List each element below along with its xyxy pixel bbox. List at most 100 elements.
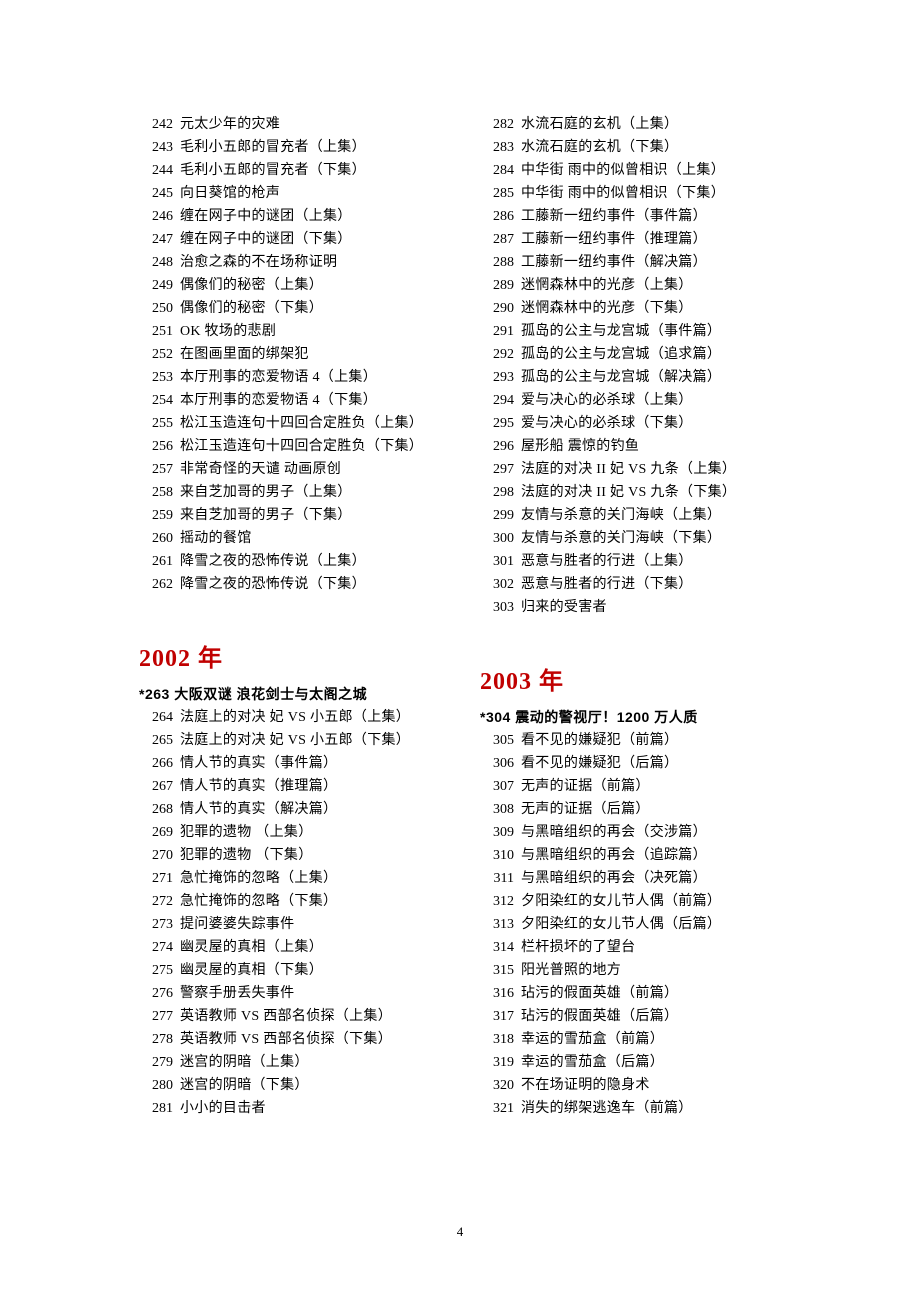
episode-title: 与黑暗组织的再会（决死篇）	[521, 867, 707, 890]
episode-title: 幽灵屋的真相（上集）	[180, 936, 323, 959]
episode-number: 248	[139, 251, 173, 274]
episode-number: 246	[139, 205, 173, 228]
episode-number: 252	[139, 343, 173, 366]
episode-line: 255松江玉造连句十四回合定胜负（上集）	[139, 412, 445, 435]
episode-title: 迷惘森林中的光彦（上集）	[521, 274, 693, 297]
episode-title: 与黑暗组织的再会（追踪篇）	[521, 844, 707, 867]
episode-title: 屋形船 震惊的钓鱼	[521, 435, 639, 458]
right-column: 282水流石庭的玄机（上集）283水流石庭的玄机（下集）284中华街 雨中的似曾…	[480, 113, 786, 1120]
episode-title: 降雪之夜的恐怖传说（上集）	[180, 550, 366, 573]
episode-line: 299友情与杀意的关门海峡（上集）	[480, 504, 786, 527]
episode-title: 治愈之森的不在场称证明	[180, 251, 337, 274]
episode-number: 285	[480, 182, 514, 205]
episode-line: 314栏杆损坏的了望台	[480, 936, 786, 959]
episode-line: 246 缠在网子中的谜团（上集）	[139, 205, 445, 228]
movie-2003: *304 震动的警视厅！1200 万人质	[480, 706, 786, 729]
episode-number: 270	[139, 844, 173, 867]
episode-title: 玷污的假面英雄（后篇）	[521, 1005, 678, 1028]
episode-number: 242	[139, 113, 173, 136]
episode-title: 恶意与胜者的行进（下集）	[521, 573, 693, 596]
episode-number: 243	[139, 136, 173, 159]
episode-line: 321消失的绑架逃逸车（前篇）	[480, 1097, 786, 1120]
episode-line: 277英语教师 VS 西部名侦探（上集）	[139, 1005, 445, 1028]
episode-title: 元太少年的灾难	[180, 113, 280, 136]
episode-title: 急忙掩饰的忽略（上集）	[180, 867, 337, 890]
episode-number: 292	[480, 343, 514, 366]
episode-title: 英语教师 VS 西部名侦探（下集）	[180, 1028, 392, 1051]
episode-title: 警察手册丢失事件	[180, 982, 294, 1005]
episode-line: 318幸运的雪茄盒（前篇）	[480, 1028, 786, 1051]
episode-title: 孤岛的公主与龙宫城（追求篇）	[521, 343, 721, 366]
episode-number: 244	[139, 159, 173, 182]
episode-line: 320不在场证明的隐身术	[480, 1074, 786, 1097]
episode-line: 242 元太少年的灾难	[139, 113, 445, 136]
episode-number: 275	[139, 959, 173, 982]
episode-number: 262	[139, 573, 173, 596]
episode-number: 277	[139, 1005, 173, 1028]
episode-list-left-bottom: 264法庭上的对决 妃 VS 小五郎（上集）265法庭上的对决 妃 VS 小五郎…	[139, 706, 445, 1120]
episode-title: 友情与杀意的关门海峡（下集）	[521, 527, 721, 550]
episode-title: 法庭上的对决 妃 VS 小五郎（下集）	[180, 729, 410, 752]
episode-line: 301 恶意与胜者的行进（上集）	[480, 550, 786, 573]
episode-title: 幸运的雪茄盒（后篇）	[521, 1051, 664, 1074]
episode-number: 300	[480, 527, 514, 550]
episode-number: 245	[139, 182, 173, 205]
episode-line: 273提问婆婆失踪事件	[139, 913, 445, 936]
episode-title: 水流石庭的玄机（下集）	[521, 136, 678, 159]
episode-number: 293	[480, 366, 514, 389]
episode-number: 266	[139, 752, 173, 775]
episode-number: 316	[480, 982, 514, 1005]
episode-number: 256	[139, 435, 173, 458]
episode-title: 缠在网子中的谜团（上集）	[180, 205, 352, 228]
episode-line: 244毛利小五郎的冒充者（下集）	[139, 159, 445, 182]
episode-title: 归来的受害者	[521, 596, 607, 619]
episode-title: 降雪之夜的恐怖传说（下集）	[180, 573, 366, 596]
episode-line: 276警察手册丢失事件	[139, 982, 445, 1005]
episode-line: 296屋形船 震惊的钓鱼	[480, 435, 786, 458]
episode-number: 301	[480, 550, 514, 573]
episode-number: 280	[139, 1074, 173, 1097]
episode-number: 315	[480, 959, 514, 982]
episode-number: 283	[480, 136, 514, 159]
episode-number: 249	[139, 274, 173, 297]
episode-title: 来自芝加哥的男子（下集）	[180, 504, 352, 527]
episode-title: 看不见的嫌疑犯（前篇）	[521, 729, 678, 752]
year-heading-2003: 2003 年	[480, 661, 786, 696]
episode-title: 来自芝加哥的男子（上集）	[180, 481, 352, 504]
episode-line: 280迷宫的阴暗（下集）	[139, 1074, 445, 1097]
episode-title: 情人节的真实（解决篇）	[180, 798, 337, 821]
episode-list-left-top: 242 元太少年的灾难243毛利小五郎的冒充者（上集）244毛利小五郎的冒充者（下…	[139, 113, 445, 596]
episode-title: 不在场证明的隐身术	[521, 1074, 650, 1097]
episode-line: 270犯罪的遗物 （下集）	[139, 844, 445, 867]
episode-number: 314	[480, 936, 514, 959]
episode-number: 309	[480, 821, 514, 844]
episode-number: 297	[480, 458, 514, 481]
episode-line: 261 降雪之夜的恐怖传说（上集）	[139, 550, 445, 573]
episode-line: 309与黑暗组织的再会（交涉篇）	[480, 821, 786, 844]
episode-title: 恶意与胜者的行进（上集）	[521, 550, 693, 573]
episode-line: 312夕阳染红的女儿节人偶（前篇）	[480, 890, 786, 913]
episode-number: 260	[139, 527, 173, 550]
episode-title: 幽灵屋的真相（下集）	[180, 959, 323, 982]
episode-number: 268	[139, 798, 173, 821]
episode-line: 279迷宫的阴暗（上集）	[139, 1051, 445, 1074]
episode-title: 孤岛的公主与龙宫城（解决篇）	[521, 366, 721, 389]
episode-title: 孤岛的公主与龙宫城（事件篇）	[521, 320, 721, 343]
episode-number: 261	[139, 550, 173, 573]
episode-title: 工藤新一纽约事件（事件篇）	[521, 205, 707, 228]
episode-title: 向日葵馆的枪声	[180, 182, 280, 205]
episode-title: 消失的绑架逃逸车（前篇）	[521, 1097, 693, 1120]
episode-number: 290	[480, 297, 514, 320]
episode-number: 279	[139, 1051, 173, 1074]
episode-line: 243毛利小五郎的冒充者（上集）	[139, 136, 445, 159]
episode-line: 295爱与决心的必杀球（下集）	[480, 412, 786, 435]
episode-line: 316玷污的假面英雄（前篇）	[480, 982, 786, 1005]
episode-line: 308无声的证据（后篇）	[480, 798, 786, 821]
movie-2002: *263 大阪双谜 浪花剑士与太阁之城	[139, 683, 445, 706]
episode-line: 269犯罪的遗物 （上集）	[139, 821, 445, 844]
episode-title: 工藤新一纽约事件（推理篇）	[521, 228, 707, 251]
episode-number: 250	[139, 297, 173, 320]
episode-line: 317玷污的假面英雄（后篇）	[480, 1005, 786, 1028]
episode-line: 282水流石庭的玄机（上集）	[480, 113, 786, 136]
episode-line: 289迷惘森林中的光彦（上集）	[480, 274, 786, 297]
